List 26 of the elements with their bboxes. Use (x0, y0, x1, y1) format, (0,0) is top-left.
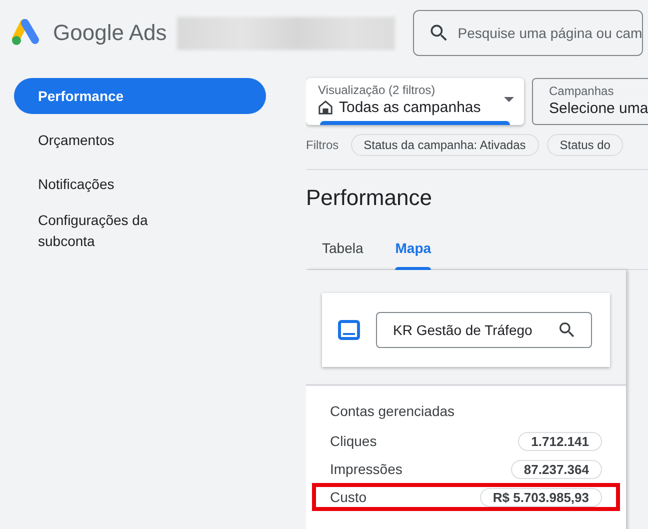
account-search-field[interactable]: KR Gestão de Tráfego (376, 312, 592, 348)
sidebar-item[interactable]: Configurações da subconta (14, 210, 266, 252)
filters-label: Filtros (306, 138, 339, 152)
page-title: Performance (306, 184, 433, 212)
section-title: Contas gerenciadas (330, 402, 456, 421)
sidebar-item[interactable]: Orçamentos (14, 122, 266, 158)
search-field[interactable]: Pesquise uma página ou cam (412, 10, 643, 56)
metric-label: Impressões (330, 461, 402, 477)
tab[interactable]: Tabela (306, 228, 380, 269)
metric-value: 1.712.141 (518, 432, 602, 450)
sidebar-item[interactable]: Performance (14, 78, 266, 114)
dropdown-caret-icon (504, 97, 514, 102)
product-name: Google Ads (53, 20, 167, 46)
filter-chip[interactable]: Status do (546, 134, 624, 156)
filter-chip[interactable]: Status da campanha: Ativadas (350, 134, 539, 156)
home-icon (318, 100, 333, 115)
metric-value: R$ 5.703.985,93 (480, 488, 602, 506)
view-selector[interactable]: Visualização (2 filtros) Todas as campanhas (306, 78, 524, 125)
tab[interactable]: Mapa (379, 228, 448, 269)
metric-label: Custo (330, 489, 367, 505)
campaign-selector[interactable]: Campanhas Selecione uma (532, 78, 648, 125)
sidebar-item[interactable]: Notificações (14, 166, 266, 202)
search-icon (557, 320, 577, 340)
metric-label: Cliques (330, 433, 377, 449)
metric-value: 87.237.364 (510, 460, 602, 478)
monitor-icon (338, 320, 360, 340)
